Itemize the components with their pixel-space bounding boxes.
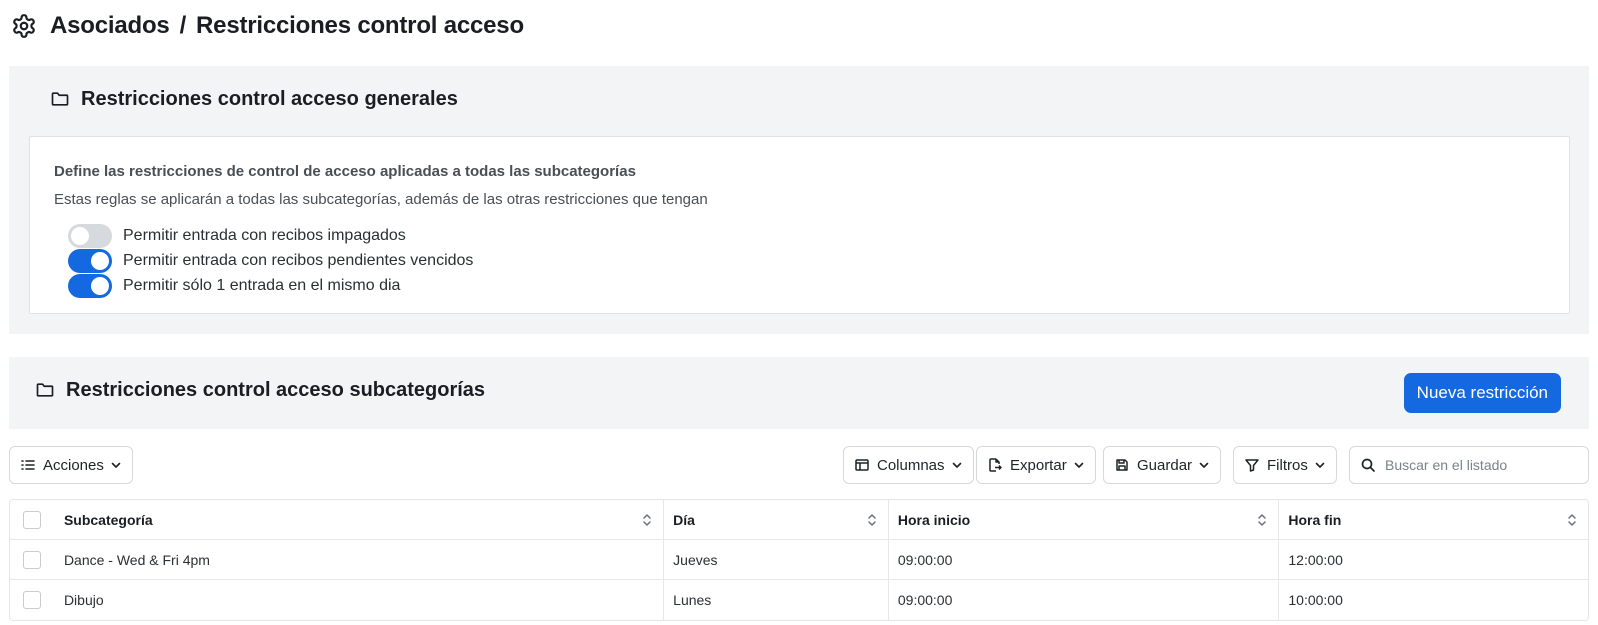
toggle-unpaid-receipts[interactable] — [68, 224, 112, 248]
chevron-down-icon — [110, 459, 122, 471]
search-icon — [1360, 457, 1376, 473]
general-title-text: Restricciones control acceso generales — [81, 87, 458, 110]
cell-hora-fin: 12:00:00 — [1288, 551, 1343, 568]
toggle-label: Permitir entrada con recibos impagados — [123, 227, 406, 244]
export-label: Exportar — [1010, 456, 1067, 474]
cell-hora-inicio: 09:00:00 — [889, 580, 1280, 620]
breadcrumb-current: Restricciones control acceso — [196, 12, 524, 39]
column-header-hora-inicio[interactable]: Hora inicio — [889, 500, 1280, 539]
cell-dia: Jueves — [664, 540, 889, 579]
table-header-row: Subcategoría Día Hora inicio Hora fin — [10, 500, 1588, 540]
breadcrumb-separator: / — [179, 12, 187, 39]
folder-icon — [49, 89, 71, 109]
sort-icon[interactable] — [866, 512, 878, 528]
chevron-down-icon — [1198, 459, 1210, 471]
card-title: Define las restricciones de control de a… — [54, 163, 636, 180]
restrictions-table: Subcategoría Día Hora inicio Hora fin Da… — [9, 499, 1589, 621]
row-checkbox-cell — [10, 540, 55, 579]
cell-hora-inicio: 09:00:00 — [889, 540, 1280, 579]
row-checkbox[interactable] — [23, 591, 42, 609]
card-description: Estas reglas se aplicarán a todas las su… — [54, 191, 708, 208]
row-checkbox-cell — [10, 580, 55, 620]
subcategory-panel-title: Restricciones control acceso subcategorí… — [34, 375, 485, 405]
page-title: Asociados / Restricciones control acceso — [50, 12, 524, 40]
select-all-checkbox[interactable] — [23, 510, 42, 529]
columns-icon — [854, 457, 870, 473]
column-header-hora-fin[interactable]: Hora fin — [1279, 500, 1588, 539]
column-header-label: Día — [673, 511, 695, 528]
save-button[interactable]: Guardar — [1103, 446, 1222, 484]
sort-icon[interactable] — [1256, 512, 1268, 528]
toggle-one-entry-per-day[interactable] — [68, 274, 112, 298]
toggle-row-unpaid: Permitir entrada con recibos impagados — [68, 224, 406, 248]
general-panel-title: Restricciones control acceso generales — [49, 84, 458, 114]
breadcrumb-section[interactable]: Asociados — [50, 12, 170, 39]
subcategory-restrictions-panel: Restricciones control acceso subcategorí… — [9, 357, 1589, 429]
export-button[interactable]: Exportar — [976, 446, 1096, 484]
page-header: Asociados / Restricciones control acceso — [10, 10, 524, 42]
actions-label: Acciones — [43, 456, 104, 474]
search-input[interactable] — [1385, 457, 1575, 473]
filters-button[interactable]: Filtros — [1233, 446, 1337, 484]
table-row[interactable]: Dance - Wed & Fri 4pm Jueves 09:00:00 12… — [10, 540, 1588, 580]
subcategory-title-text: Restricciones control acceso subcategorí… — [66, 378, 486, 401]
list-icon — [20, 457, 36, 473]
cell-hora-fin: 10:00:00 — [1288, 592, 1343, 608]
general-rules-card: Define las restricciones de control de a… — [29, 136, 1570, 314]
sort-icon[interactable] — [641, 512, 653, 528]
column-header-label: Hora fin — [1288, 511, 1342, 528]
column-header-label: Hora inicio — [897, 511, 971, 528]
header-checkbox-cell — [10, 500, 55, 539]
save-label: Guardar — [1137, 456, 1193, 474]
filter-icon — [1244, 457, 1260, 473]
toggle-label: Permitir sólo 1 entrada en el mismo dia — [123, 277, 401, 294]
cell-subcategoria: Dibujo — [55, 580, 665, 620]
columns-label: Columnas — [877, 456, 945, 474]
toggle-row-one-entry: Permitir sólo 1 entrada en el mismo dia — [68, 274, 400, 298]
chevron-down-icon — [951, 459, 963, 471]
sort-icon[interactable] — [1566, 512, 1578, 528]
general-restrictions-panel: Restricciones control acceso generales D… — [9, 66, 1589, 334]
filters-label: Filtros — [1267, 456, 1308, 474]
row-checkbox[interactable] — [23, 550, 42, 569]
folder-icon — [34, 380, 56, 400]
toggle-overdue-receipts[interactable] — [68, 249, 112, 273]
table-row[interactable]: Dibujo Lunes 09:00:00 10:00:00 — [10, 580, 1588, 620]
search-box — [1349, 446, 1589, 484]
actions-button[interactable]: Acciones — [9, 446, 133, 484]
column-header-subcategoria[interactable]: Subcategoría — [55, 500, 665, 539]
export-icon — [987, 457, 1003, 473]
new-restriction-button[interactable]: Nueva restricción — [1403, 373, 1561, 413]
save-icon — [1114, 457, 1130, 473]
toggle-row-overdue: Permitir entrada con recibos pendientes … — [68, 249, 473, 273]
columns-button[interactable]: Columnas — [843, 446, 974, 484]
chevron-down-icon — [1073, 459, 1085, 471]
chevron-down-icon — [1314, 459, 1326, 471]
column-header-label: Subcategoría — [63, 511, 153, 528]
toggle-label: Permitir entrada con recibos pendientes … — [123, 252, 474, 269]
gear-icon — [10, 12, 38, 40]
cell-subcategoria: Dance - Wed & Fri 4pm — [55, 540, 665, 579]
cell-dia: Lunes — [664, 580, 889, 620]
column-header-dia[interactable]: Día — [664, 500, 889, 539]
